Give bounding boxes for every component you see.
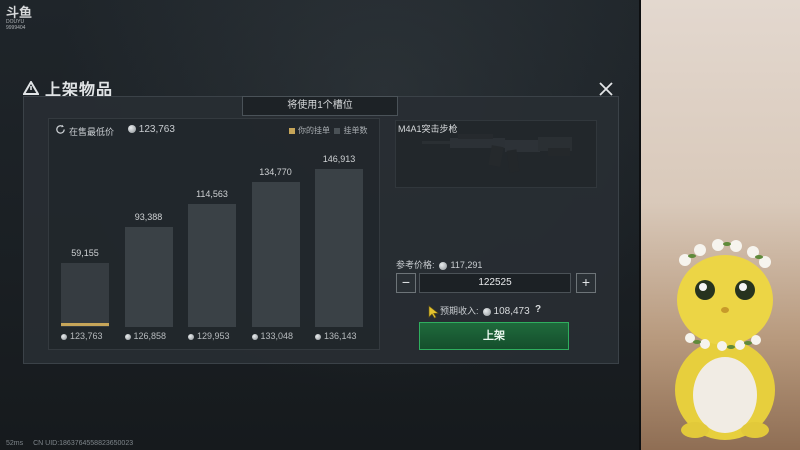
expected-income: 预期收入: 108,473 <box>440 306 530 317</box>
price-input[interactable]: 122525 <box>419 273 571 293</box>
increase-price-button[interactable]: + <box>576 273 596 293</box>
legend-swatch-mine <box>289 127 295 134</box>
coin-icon <box>124 333 131 340</box>
dialog-header: 上架物品 <box>23 78 113 99</box>
bar-price-label: 136,143 <box>315 331 357 341</box>
coin-icon <box>61 333 67 340</box>
help-icon[interactable]: ? <box>535 304 541 315</box>
chart-legend: 你的挂单 挂单数 <box>289 125 367 136</box>
bar-value-label: 114,563 <box>196 188 228 199</box>
chart-bar <box>251 182 300 327</box>
list-item-button[interactable]: 上架 <box>419 322 569 350</box>
bar-value-label: 93,388 <box>134 211 163 222</box>
coin-icon <box>482 307 491 316</box>
reference-price: 参考价格: 117,291 <box>396 260 483 270</box>
refresh-icon[interactable] <box>55 124 66 135</box>
bar-price-label: 126,858 <box>124 331 166 341</box>
bar-value-label: 59,155 <box>71 248 99 259</box>
coin-icon <box>188 333 194 340</box>
my-listing-marker <box>61 323 109 326</box>
bar-price-label: 123,763 <box>61 331 103 341</box>
status-bar: 52ms CN UID:1863764558823650023 <box>6 440 141 447</box>
slot-notice: 将使用1个槽位 <box>242 96 398 116</box>
game-view: 斗鱼 DOUYU 9999404 上架物品 将使用1个槽位 在售最低价 123,… <box>0 0 640 450</box>
mouse-cursor-icon <box>428 305 439 319</box>
bar-value-label: 134,770 <box>259 167 292 178</box>
bar-value-label: 146,913 <box>322 154 356 164</box>
lowest-price: 123,763 <box>128 124 175 135</box>
ping: 52ms <box>6 440 24 447</box>
douyu-logo: 斗鱼 DOUYU 9999404 <box>6 5 33 31</box>
chart-bar <box>188 203 236 327</box>
coin-icon <box>128 125 136 134</box>
chart-bar <box>124 226 173 327</box>
streamer-cam <box>641 0 800 450</box>
rifle-icon <box>422 134 572 173</box>
chart-bar <box>315 169 363 327</box>
bar-price-label: 129,953 <box>188 331 230 341</box>
legend-swatch-count <box>334 127 341 134</box>
bar-price-label: 133,048 <box>251 331 293 341</box>
coin-icon <box>251 333 258 340</box>
mascot-avatar <box>675 239 775 440</box>
coin-icon <box>438 261 447 270</box>
chart-bar <box>61 263 109 327</box>
coin-icon <box>315 333 321 340</box>
warning-triangle-icon <box>23 81 39 95</box>
uid: CN UID:1863764558823650023 <box>33 440 134 447</box>
decrease-price-button[interactable]: − <box>396 273 416 293</box>
lowest-price-label: 在售最低价 <box>69 127 115 137</box>
